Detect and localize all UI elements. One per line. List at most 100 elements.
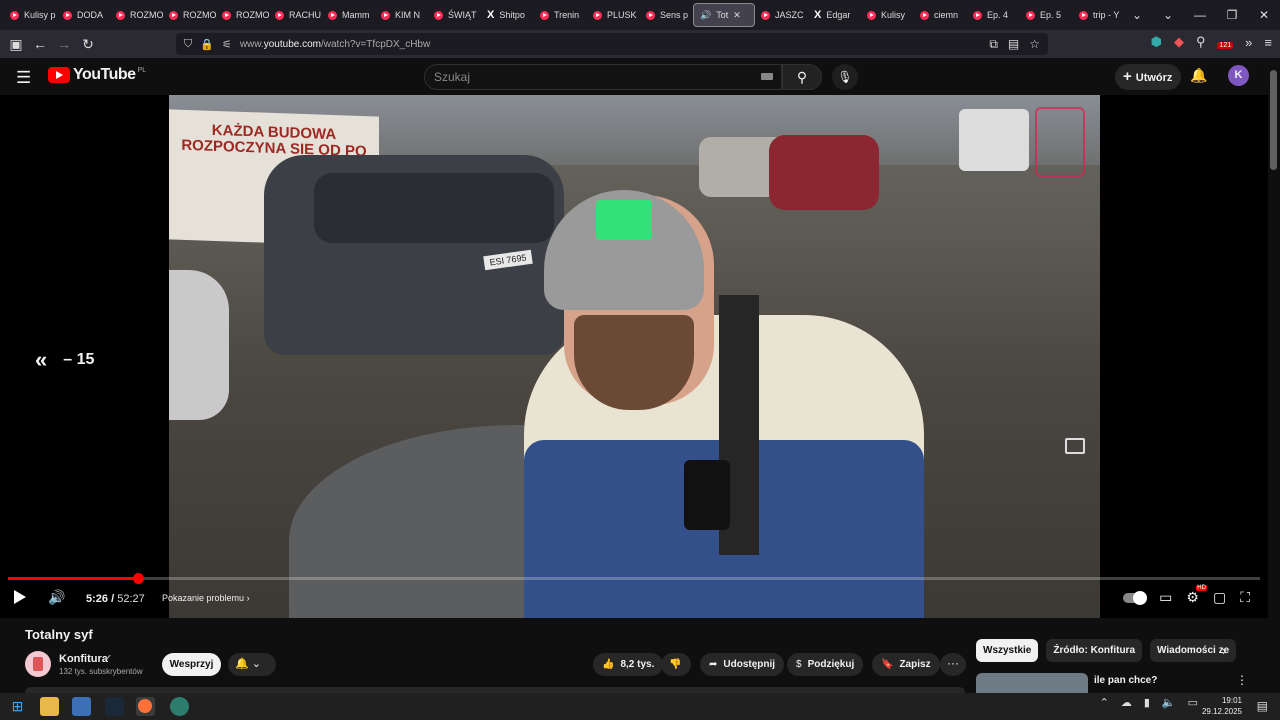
play-button[interactable]: [14, 590, 26, 604]
close-window-button[interactable]: ✕: [1248, 0, 1280, 30]
browser-tab[interactable]: 🔊 Tot ✕: [693, 3, 755, 27]
browser-tab[interactable]: Mamm: [322, 0, 375, 30]
browser-tab[interactable]: Kulisy p: [4, 0, 57, 30]
beanie-patch: [596, 200, 652, 240]
search-button[interactable]: ⚲: [782, 64, 822, 90]
browser-tab[interactable]: JASZC: [755, 0, 808, 30]
scrollbar-thumb[interactable]: [1270, 70, 1277, 170]
url-bar[interactable]: ⛉ 🔒 ⚟ www.youtube.com/watch?v=TfcpDX_cHb…: [176, 33, 1048, 55]
vpn-extension-icon[interactable]: ⬢: [1151, 34, 1162, 50]
youtube-logo[interactable]: YouTube PL: [48, 66, 146, 84]
menu-icon[interactable]: ≡: [1264, 35, 1272, 50]
shield-icon[interactable]: ⛉: [184, 38, 192, 51]
browser-tab[interactable]: Kulisy: [861, 0, 914, 30]
share-button[interactable]: ➦ Udostępnij: [700, 653, 785, 676]
tab-list-icon[interactable]: ⌄: [1152, 0, 1184, 30]
volume-icon[interactable]: 🔊: [48, 589, 65, 606]
bookmark-star-icon[interactable]: ☆: [1029, 33, 1040, 55]
onedrive-icon[interactable]: ☁: [1121, 696, 1132, 709]
reload-button[interactable]: ↻: [76, 36, 100, 53]
keyboard-icon[interactable]: [761, 73, 773, 80]
thanks-button[interactable]: $ Podziękuj: [787, 653, 864, 676]
user-avatar[interactable]: K: [1228, 65, 1249, 86]
steam-icon[interactable]: [105, 697, 124, 716]
browser-tab[interactable]: Ep. 5: [1020, 0, 1073, 30]
browser-tab[interactable]: ciemn: [914, 0, 967, 30]
theater-mode-icon[interactable]: ▢: [1213, 589, 1226, 606]
browser-tab[interactable]: X Edgar: [808, 0, 861, 30]
hamburger-menu-icon[interactable]: ☰: [16, 68, 31, 88]
miniplayer-icon[interactable]: [1065, 438, 1085, 454]
pip-icon[interactable]: ⧉: [989, 33, 998, 55]
network-icon[interactable]: ▭: [1188, 696, 1198, 709]
windows-start-icon[interactable]: ⊞: [8, 697, 27, 716]
settings-gear-icon[interactable]: ⚙ HD: [1186, 585, 1207, 606]
this-pc-icon[interactable]: [72, 697, 91, 716]
tab-overflow-icon[interactable]: ⌄: [1132, 8, 1142, 22]
page-scrollbar[interactable]: [1268, 58, 1280, 693]
taskbar-clock[interactable]: 19:01 29.12.2025: [1202, 695, 1242, 717]
channel-watermark[interactable]: [1035, 107, 1085, 177]
browser-tab[interactable]: KIM N: [375, 0, 428, 30]
chevron-right-icon[interactable]: ›: [1222, 643, 1226, 658]
permissions-icon[interactable]: ⚟: [222, 38, 232, 51]
browser-tab[interactable]: PLUSK: [587, 0, 640, 30]
like-button[interactable]: 👍 8,2 tys.: [593, 653, 664, 676]
forward-button[interactable]: →: [52, 36, 76, 52]
video-player[interactable]: KAŻDA BUDOWA ROZPOCZYNA SIE OD PO ESI 76…: [0, 95, 1268, 618]
tray-app-icon[interactable]: ▮: [1144, 696, 1150, 709]
reader-view-icon[interactable]: ▤: [1008, 33, 1019, 55]
extensions-icon[interactable]: ⚲: [1196, 34, 1206, 50]
recommendation-title[interactable]: ile pan chce?: [1094, 675, 1157, 686]
close-tab-icon[interactable]: ✕: [733, 10, 741, 21]
file-explorer-icon[interactable]: [40, 697, 59, 716]
autoplay-toggle[interactable]: [1123, 590, 1148, 605]
channel-name[interactable]: Konfitura: [59, 653, 108, 665]
firefox-icon[interactable]: [136, 697, 155, 716]
browser-tab[interactable]: RACHU: [269, 0, 322, 30]
browser-tab[interactable]: trip - Y: [1073, 0, 1126, 30]
dislike-button[interactable]: 👎: [661, 653, 691, 676]
recommendation-thumbnail[interactable]: [976, 673, 1088, 693]
voice-search-button[interactable]: 🎙: [832, 64, 858, 90]
more-actions-button[interactable]: ···: [940, 653, 966, 676]
filter-chip[interactable]: Wszystkie: [976, 639, 1039, 662]
report-problem-link[interactable]: Pokazanie problemu ›: [162, 593, 250, 603]
url-text[interactable]: www.youtube.com/watch?v=TfcpDX_cHbw: [240, 39, 430, 50]
channel-avatar[interactable]: [25, 651, 51, 677]
browser-tab[interactable]: X Shitpo: [481, 0, 534, 30]
overflow-chevron-icon[interactable]: »: [1245, 35, 1252, 50]
fullscreen-icon[interactable]: ⛶: [1240, 589, 1250, 606]
back-button[interactable]: ←: [28, 36, 52, 52]
browser-tab[interactable]: Ep. 4: [967, 0, 1020, 30]
notifications-bell-icon[interactable]: 🔔: [1190, 67, 1207, 84]
video-frame[interactable]: KAŻDA BUDOWA ROZPOCZYNA SIE OD PO ESI 76…: [169, 95, 1100, 618]
subscription-bell-button[interactable]: 🔔 ⌄: [228, 653, 276, 676]
browser-tab[interactable]: ROZMO: [163, 0, 216, 30]
tray-expand-icon[interactable]: ⌃: [1100, 696, 1109, 709]
progress-scrubber[interactable]: [133, 573, 145, 584]
restore-button[interactable]: ❐: [1216, 0, 1248, 30]
browser-tab[interactable]: Trenin: [534, 0, 587, 30]
browser-tab[interactable]: ROZMO: [110, 0, 163, 30]
browser-tab[interactable]: Sens p: [640, 0, 693, 30]
support-button[interactable]: Wesprzyj: [162, 653, 221, 676]
save-button[interactable]: 🔖 Zapisz: [872, 653, 940, 676]
volume-tray-icon[interactable]: 🔈: [1162, 696, 1176, 709]
ublock-icon[interactable]: 121: [1217, 35, 1234, 50]
sidebar-toggle-icon[interactable]: ▣: [4, 36, 28, 53]
minimize-button[interactable]: —: [1184, 0, 1216, 30]
filter-chip[interactable]: Źródło: Konfitura: [1046, 639, 1143, 662]
app-icon[interactable]: [170, 697, 189, 716]
browser-tab[interactable]: ROZMO: [216, 0, 269, 30]
create-button[interactable]: + Utwórz: [1115, 64, 1181, 90]
notifications-icon[interactable]: ▤: [1257, 699, 1268, 713]
fox-extension-icon[interactable]: ◆: [1174, 34, 1184, 50]
subtitles-icon[interactable]: ▭: [1159, 589, 1172, 606]
recommendation-menu-icon[interactable]: ⋮: [1236, 673, 1248, 687]
browser-tab[interactable]: ŚWIĄT: [428, 0, 481, 30]
progress-bar[interactable]: [8, 573, 1260, 584]
lock-icon[interactable]: 🔒: [200, 38, 214, 51]
browser-tab[interactable]: DODA: [57, 0, 110, 30]
search-input[interactable]: Szukaj: [424, 64, 782, 90]
